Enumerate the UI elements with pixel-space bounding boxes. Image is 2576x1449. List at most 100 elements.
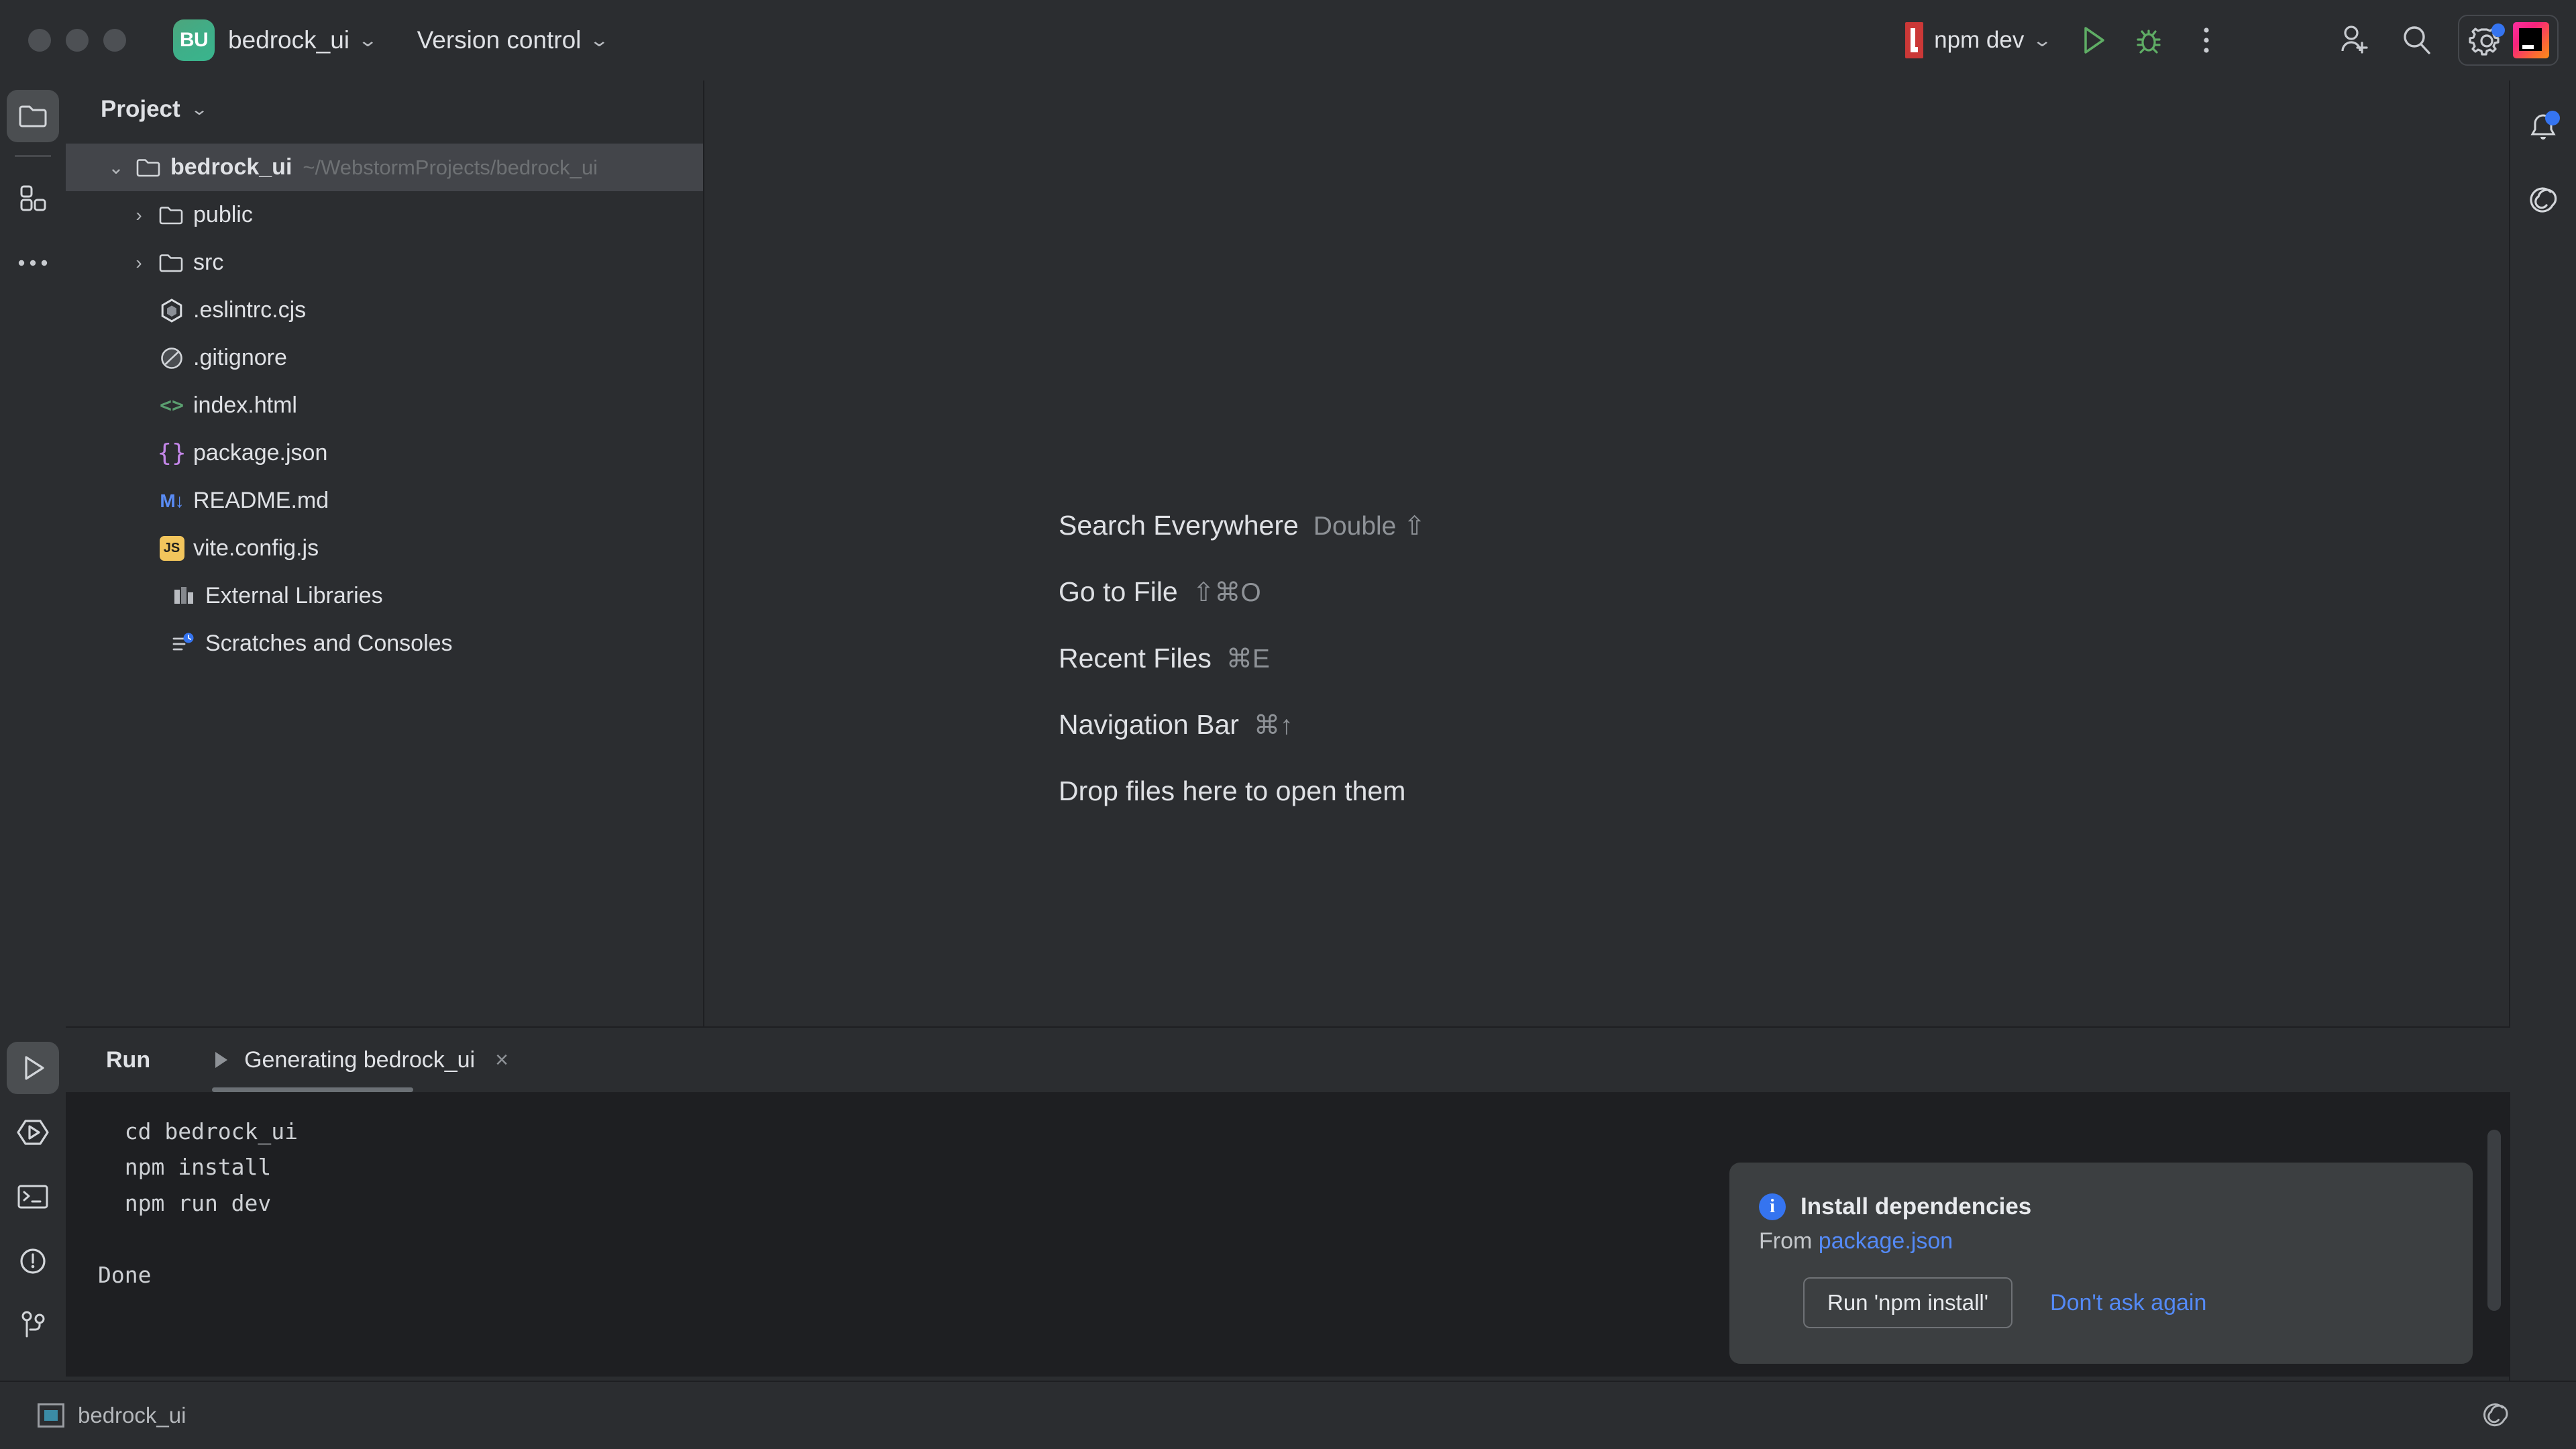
ai-spiral-icon bbox=[2527, 184, 2559, 217]
tool-strip-divider bbox=[15, 155, 51, 157]
hint-recent-files[interactable]: Recent Files ⌘E bbox=[1059, 643, 1426, 674]
project-tree: ⌄ bedrock_ui ~/WebstormProjects/bedrock_… bbox=[66, 138, 703, 667]
left-tool-strip-bottom bbox=[0, 1036, 66, 1358]
tree-row-scratches[interactable]: Scratches and Consoles bbox=[66, 620, 703, 667]
tree-row-vite-config[interactable]: JS vite.config.js bbox=[66, 525, 703, 572]
install-dependencies-notification: i Install dependencies From package.json… bbox=[1729, 1163, 2473, 1364]
sidebar-item-more[interactable] bbox=[7, 237, 59, 289]
jetbrains-logo-icon[interactable] bbox=[2513, 22, 2549, 58]
run-tab-label: Generating bedrock_ui bbox=[244, 1047, 475, 1073]
notification-title: Install dependencies bbox=[1801, 1193, 2031, 1220]
tree-row-public[interactable]: › public bbox=[66, 191, 703, 239]
sidebar-item-services[interactable] bbox=[7, 1106, 59, 1159]
hint-navigation-bar[interactable]: Navigation Bar ⌘↑ bbox=[1059, 709, 1426, 741]
tree-row-label: src bbox=[193, 250, 223, 276]
terminal-icon bbox=[17, 1183, 49, 1210]
tree-row-label: .eslintrc.cjs bbox=[193, 297, 306, 323]
title-bar: BU bedrock_ui ⌄ Version control ⌄ npm de… bbox=[0, 0, 2576, 80]
folder-icon bbox=[18, 103, 48, 129]
maximize-window-button[interactable] bbox=[103, 29, 126, 52]
tree-row-gitignore[interactable]: .gitignore bbox=[66, 334, 703, 382]
sidebar-item-ai-assistant[interactable] bbox=[2517, 174, 2569, 227]
libraries-icon bbox=[166, 585, 201, 608]
hint-label: Navigation Bar bbox=[1059, 709, 1239, 741]
sidebar-item-project[interactable] bbox=[7, 90, 59, 142]
package-json-link[interactable]: package.json bbox=[1819, 1228, 1953, 1254]
tree-row-package-json[interactable]: {} package.json bbox=[66, 429, 703, 477]
more-vertical-icon[interactable] bbox=[2183, 17, 2230, 64]
ai-spiral-icon[interactable] bbox=[2481, 1401, 2510, 1430]
sidebar-item-version-control[interactable] bbox=[7, 1299, 59, 1352]
hint-label: Recent Files bbox=[1059, 643, 1212, 674]
javascript-icon: JS bbox=[154, 536, 189, 561]
dont-ask-again-link[interactable]: Don't ask again bbox=[2050, 1290, 2206, 1316]
tree-row-index-html[interactable]: <> index.html bbox=[66, 382, 703, 429]
sidebar-item-run[interactable] bbox=[7, 1042, 59, 1094]
hint-label: Go to File bbox=[1059, 576, 1178, 608]
tree-row-label: README.md bbox=[193, 488, 329, 514]
tree-row-label: index.html bbox=[193, 392, 297, 419]
run-panel-title: Run bbox=[106, 1047, 150, 1073]
run-button[interactable] bbox=[2070, 17, 2117, 64]
hint-shortcut: Double ⇧ bbox=[1313, 511, 1426, 541]
minimize-window-button[interactable] bbox=[66, 29, 89, 52]
version-control-menu-label[interactable]: Version control bbox=[417, 26, 582, 54]
run-configuration-label[interactable]: npm dev bbox=[1934, 27, 2024, 54]
close-icon[interactable]: × bbox=[495, 1047, 508, 1073]
tree-row-path: ~/WebstormProjects/bedrock_ui bbox=[303, 156, 598, 180]
settings-gear-icon[interactable] bbox=[2467, 21, 2506, 60]
gitignore-icon bbox=[154, 346, 189, 370]
tree-row-eslintrc[interactable]: .eslintrc.cjs bbox=[66, 286, 703, 334]
chevron-expanded-icon[interactable]: ⌄ bbox=[101, 156, 131, 178]
tree-row-label: External Libraries bbox=[205, 583, 383, 609]
tree-row-label: bedrock_ui bbox=[170, 154, 292, 180]
chevron-down-icon[interactable]: ⌄ bbox=[2032, 30, 2053, 51]
eslint-icon bbox=[154, 298, 189, 323]
tree-row-src[interactable]: › src bbox=[66, 239, 703, 286]
project-name-label[interactable]: bedrock_ui bbox=[228, 26, 350, 54]
chevron-down-icon[interactable]: ⌄ bbox=[589, 30, 610, 51]
markdown-icon: M↓ bbox=[154, 490, 189, 512]
chevron-down-icon[interactable]: ⌄ bbox=[190, 100, 208, 119]
tree-row-label: public bbox=[193, 202, 253, 228]
debug-button[interactable] bbox=[2125, 17, 2172, 64]
editor-empty-state: Search Everywhere Double ⇧ Go to File ⇧⌘… bbox=[704, 80, 2510, 1026]
tree-row-readme[interactable]: M↓ README.md bbox=[66, 477, 703, 525]
chevron-down-icon[interactable]: ⌄ bbox=[358, 30, 378, 51]
hint-go-to-file[interactable]: Go to File ⇧⌘O bbox=[1059, 576, 1426, 608]
hint-shortcut: ⌘E bbox=[1226, 644, 1270, 674]
info-icon: i bbox=[1759, 1193, 1786, 1220]
status-project-label[interactable]: bedrock_ui bbox=[78, 1403, 186, 1428]
sidebar-item-plugins[interactable] bbox=[7, 172, 59, 225]
ide-badge-group bbox=[2458, 15, 2559, 66]
project-badge: BU bbox=[173, 19, 215, 61]
project-tool-window: Project ⌄ ⌄ bedrock_ui ~/WebstormProject… bbox=[66, 80, 704, 1026]
window-controls bbox=[28, 29, 126, 52]
more-horizontal-icon bbox=[17, 258, 48, 268]
notification-from-prefix: From bbox=[1759, 1228, 1819, 1254]
add-user-icon[interactable] bbox=[2330, 17, 2377, 64]
run-tab[interactable]: Generating bedrock_ui × bbox=[211, 1047, 508, 1073]
status-bar: bedrock_ui bbox=[0, 1381, 2576, 1449]
sidebar-item-problems[interactable] bbox=[7, 1235, 59, 1287]
sidebar-item-terminal[interactable] bbox=[7, 1171, 59, 1223]
tree-row-external-libraries[interactable]: External Libraries bbox=[66, 572, 703, 620]
console-scrollbar[interactable] bbox=[2487, 1130, 2501, 1311]
settings-badge-dot bbox=[2491, 23, 2505, 37]
chevron-collapsed-icon[interactable]: › bbox=[123, 252, 154, 274]
run-npm-install-button[interactable]: Run 'npm install' bbox=[1803, 1277, 2012, 1328]
hint-search-everywhere[interactable]: Search Everywhere Double ⇧ bbox=[1059, 510, 1426, 541]
run-tab-active-indicator bbox=[212, 1087, 413, 1092]
json-icon: {} bbox=[154, 439, 189, 467]
close-window-button[interactable] bbox=[28, 29, 51, 52]
folder-icon bbox=[131, 157, 166, 178]
chevron-collapsed-icon[interactable]: › bbox=[123, 205, 154, 226]
search-icon[interactable] bbox=[2394, 17, 2440, 64]
hint-shortcut: ⇧⌘O bbox=[1193, 578, 1261, 608]
status-bar-right bbox=[2481, 1401, 2510, 1430]
tree-row-bedrock-ui[interactable]: ⌄ bedrock_ui ~/WebstormProjects/bedrock_… bbox=[66, 144, 703, 191]
project-panel-header: Project ⌄ bbox=[66, 80, 703, 138]
titlebar-right-actions: npm dev ⌄ bbox=[1905, 0, 2576, 80]
sidebar-item-notifications[interactable] bbox=[2517, 101, 2569, 154]
run-icon bbox=[18, 1053, 48, 1083]
